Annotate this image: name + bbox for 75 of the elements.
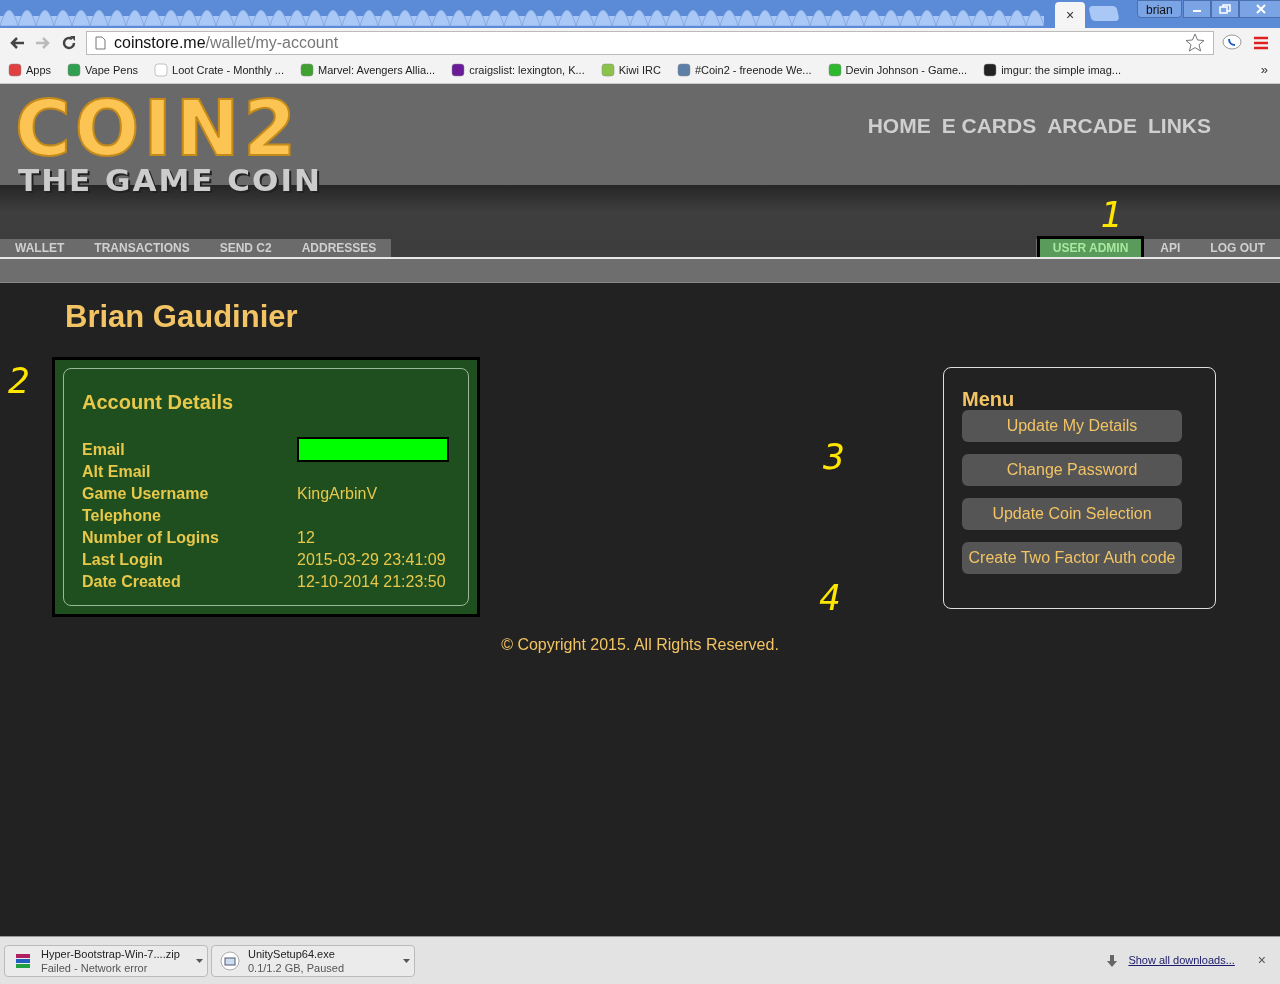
bookmark[interactable]: Apps — [4, 61, 56, 79]
download-item[interactable]: Hyper-Bootstrap-Win-7....zip Failed - Network error — [4, 944, 208, 977]
menu-button[interactable]: Create Two Factor Auth code — [962, 541, 1182, 574]
field-label: Telephone — [82, 505, 162, 526]
star-icon[interactable] — [1185, 32, 1205, 53]
annotation-number: 3 — [823, 435, 845, 477]
profile-button[interactable]: brian — [1137, 0, 1182, 18]
url-text: coinstore.me/wallet/my-account — [114, 32, 339, 53]
menu-icon[interactable] — [1254, 35, 1268, 50]
more-bookmarks-button[interactable]: » — [1260, 60, 1268, 80]
user-name-heading: Brian Gaudinier — [65, 298, 299, 336]
bookmark-label: Loot Crate - Monthly ... — [172, 62, 284, 78]
annotation-number: 4 — [819, 576, 841, 618]
field-label: Date Created — [82, 571, 182, 592]
top-nav-link[interactable]: HOME — [867, 110, 931, 142]
copyright-text: © Copyright 2015. All Rights Reserved. — [501, 634, 779, 655]
field-value: 2015-03-29 23:41:09 — [297, 549, 446, 570]
field-label: Email — [82, 439, 126, 460]
bookmark-label: Devin Johnson - Game... — [845, 62, 968, 78]
card-title: Account Details — [82, 389, 235, 415]
field-label: Number of Logins — [82, 527, 220, 548]
bookmark-label: craigslist: lexington, K... — [469, 62, 585, 78]
restore-icon — [1219, 4, 1231, 14]
phone-icon[interactable] — [1222, 33, 1242, 52]
menu-button[interactable]: Update My Details — [962, 409, 1182, 442]
logo-title: COIN2 — [15, 98, 301, 160]
bookmark[interactable]: Kiwi IRC — [596, 61, 665, 79]
bookmark-label: Apps — [26, 62, 52, 78]
field-label: Last Login — [82, 549, 164, 570]
download-status: Failed - Network error — [41, 960, 149, 975]
close-button[interactable] — [1239, 0, 1280, 18]
download-item[interactable]: UnitySetup64.exe 0.1/1.2 GB, Paused — [211, 944, 415, 977]
bookmark[interactable]: imgur: the simple imag... — [979, 61, 1125, 79]
annotation-number: 2 — [8, 359, 30, 401]
back-icon[interactable] — [8, 34, 26, 51]
reload-icon[interactable] — [60, 33, 78, 52]
menu-button[interactable]: Change Password — [962, 453, 1182, 486]
top-nav-link[interactable]: E CARDS — [941, 110, 1037, 142]
bookmark[interactable]: Vape Pens — [63, 61, 143, 79]
bookmark[interactable]: Devin Johnson - Game... — [823, 61, 972, 79]
field-value: KingArbinV — [297, 483, 378, 504]
bookmark[interactable]: craigslist: lexington, K... — [447, 61, 589, 79]
nav-tab[interactable]: SEND C2 — [204, 239, 287, 257]
top-nav-link[interactable]: ARCADE — [1047, 110, 1137, 142]
download-name: UnitySetup64.exe — [248, 946, 336, 961]
bookmark-label: #Coin2 - freenode We... — [694, 62, 812, 78]
minimize-button[interactable] — [1183, 0, 1211, 18]
caret-icon[interactable] — [196, 958, 203, 963]
download-name: Hyper-Bootstrap-Win-7....zip — [41, 946, 181, 961]
bookmark-label: Vape Pens — [85, 62, 139, 78]
field-value: 12 — [297, 527, 315, 548]
close-icon — [1255, 4, 1267, 14]
top-nav-link[interactable]: LINKS — [1148, 110, 1211, 142]
bookmark-label: Kiwi IRC — [618, 62, 661, 78]
menu-title: Menu — [962, 387, 1016, 410]
close-button[interactable]: × — [1257, 950, 1266, 971]
installer-icon — [220, 950, 240, 971]
menu-button[interactable]: Update Coin Selection — [962, 497, 1182, 530]
show-all-downloads-link[interactable]: Show all downloads... — [1128, 952, 1235, 969]
bookmark[interactable]: Marvel: Avengers Allia... — [296, 61, 440, 79]
bookmark-label: imgur: the simple imag... — [1001, 62, 1121, 78]
download-icon — [1107, 954, 1118, 967]
annotation-number: 1 — [1100, 194, 1122, 235]
field-label: Game Username — [82, 483, 210, 504]
download-status: 0.1/1.2 GB, Paused — [248, 960, 345, 975]
field-value: 12-10-2014 21:23:50 — [297, 571, 446, 592]
page-icon — [95, 35, 106, 50]
field-label: Alt Email — [82, 461, 152, 482]
bookmark[interactable]: Loot Crate - Monthly ... — [150, 61, 288, 79]
bookmark-label: Marvel: Avengers Allia... — [318, 62, 436, 78]
close-tab-button[interactable]: × — [1065, 8, 1075, 22]
restore-button[interactable] — [1211, 0, 1239, 18]
caret-icon[interactable] — [403, 958, 410, 963]
address-bar[interactable]: coinstore.me/wallet/my-account — [86, 30, 1214, 55]
bookmark[interactable]: #Coin2 - freenode We... — [672, 61, 816, 79]
